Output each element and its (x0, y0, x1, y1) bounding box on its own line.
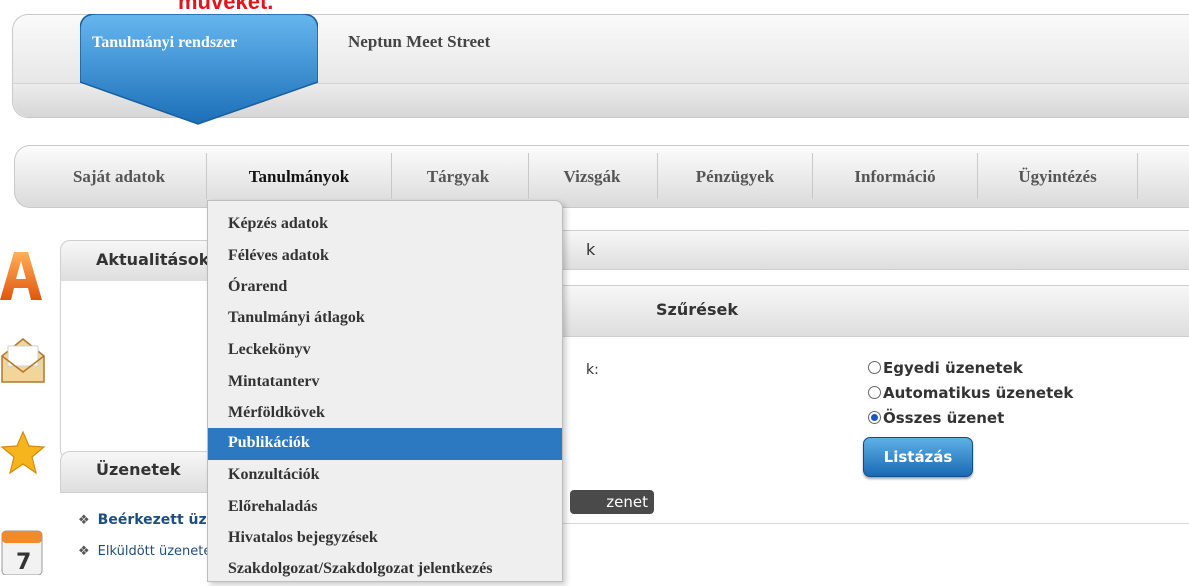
menu-item-ugyintezes[interactable]: Ügyintézés (980, 145, 1135, 206)
system-tab-badge[interactable] (80, 14, 318, 126)
menu-item-penzugyek[interactable]: Pénzügyek (660, 145, 810, 206)
menu-item-targyak[interactable]: Tárgyak (393, 145, 523, 206)
radio-button-selected[interactable] (868, 411, 881, 424)
content-panel-header (548, 230, 1189, 270)
menu-item-informacio[interactable]: Információ (815, 145, 975, 206)
radio-button[interactable] (868, 386, 881, 399)
menu-item-vizsgak[interactable]: Vizsgák (530, 145, 654, 206)
radio-button[interactable] (868, 361, 881, 374)
news-icon[interactable] (0, 250, 44, 302)
dropdown-item-mintatanterv[interactable]: Mintatanterv (208, 367, 562, 399)
dropdown-item-leckekonyv[interactable]: Leckekönyv (208, 335, 562, 367)
dropdown-item-feleves-adatok[interactable]: Féléves adatok (208, 241, 562, 273)
radio-individual[interactable]: Egyedi üzenetek (868, 359, 1023, 377)
dropdown-item-orarend[interactable]: Órarend (208, 272, 562, 304)
menu-item-tanulmanyok[interactable]: Tanulmányok (210, 145, 388, 206)
dropdown-item-szakdolgozat[interactable]: Szakdolgozat/Szakdolgozat jelentkezés (208, 554, 562, 586)
dropdown-item-merfoldkovek[interactable]: Mérföldkövek (208, 398, 562, 430)
dropdown-item-tanulmanyi-atlagok[interactable]: Tanulmányi átlagok (208, 303, 562, 335)
menu-item-sajat-adatok[interactable]: Saját adatok (54, 145, 184, 206)
filters-title: Szűrések (656, 300, 738, 319)
dropdown-item-hivatalos-bejegyzesek[interactable]: Hivatalos bejegyzések (208, 523, 562, 555)
new-message-button[interactable]: zenet (570, 490, 654, 514)
dropdown-item-publikaciok[interactable]: Publikációk (208, 428, 562, 460)
filter-label: k: (586, 362, 599, 378)
tanulmanyok-dropdown: Képzés adatok Féléves adatok Órarend Tan… (207, 200, 563, 582)
sent-link[interactable]: ❖ Elküldött üzenetek (78, 544, 219, 559)
news-panel-body (60, 281, 222, 460)
brand-title[interactable]: Neptun Meet Street (348, 32, 490, 52)
messages-panel-title: Üzenetek (96, 460, 181, 479)
system-tab-label[interactable]: Tanulmányi rendszer (92, 34, 237, 52)
favorites-icon[interactable] (0, 430, 46, 476)
news-panel-title: Aktualitások (96, 250, 210, 269)
filters-header (548, 285, 1189, 337)
calendar-icon[interactable]: 7 (0, 525, 44, 575)
mail-icon[interactable] (0, 336, 46, 384)
dropdown-item-eloerehaladas[interactable]: Előrehaladás (208, 492, 562, 524)
radio-all[interactable]: Összes üzenet (868, 409, 1004, 427)
dropdown-item-konzultaciok[interactable]: Konzultációk (208, 460, 562, 492)
annotation-text: művekét. (178, 0, 274, 14)
calendar-day: 7 (16, 550, 31, 575)
content-panel-title: k (586, 240, 596, 259)
list-button[interactable]: Listázás (863, 437, 973, 477)
dropdown-item-kepzes-adatok[interactable]: Képzés adatok (208, 209, 562, 241)
radio-automatic[interactable]: Automatikus üzenetek (868, 384, 1073, 402)
